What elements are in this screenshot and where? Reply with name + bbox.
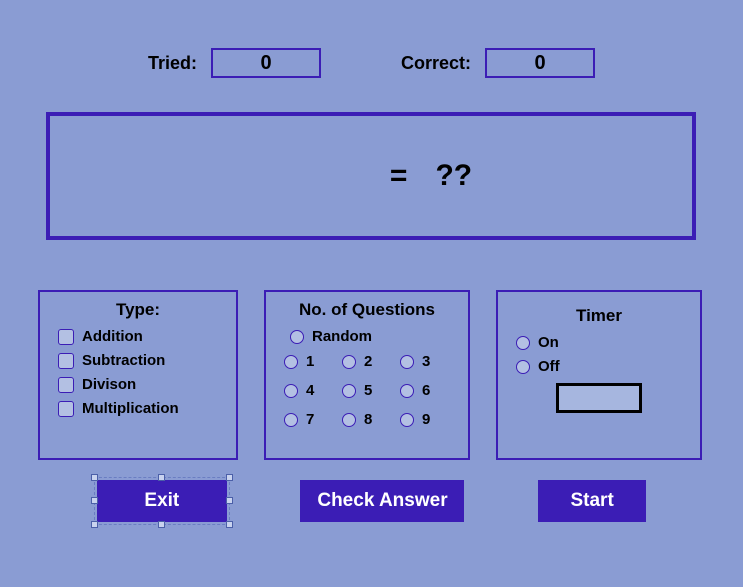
checkbox-label: Divison <box>82 376 136 393</box>
radio-label: 2 <box>364 353 372 370</box>
correct-value-box: 0 <box>485 48 595 78</box>
radio-icon <box>516 360 530 374</box>
checkbox-icon <box>58 401 74 417</box>
radio-1[interactable]: 1 <box>284 353 342 370</box>
checkbox-multiplication[interactable]: Multiplication <box>58 400 224 417</box>
radio-4[interactable]: 4 <box>284 382 342 399</box>
radio-9[interactable]: 9 <box>400 411 458 428</box>
radio-label: 1 <box>306 353 314 370</box>
type-panel: Type: Addition Subtraction Divison Multi… <box>38 290 238 460</box>
radio-label: Off <box>538 358 560 375</box>
radio-icon <box>516 336 530 350</box>
checkbox-label: Multiplication <box>82 400 179 417</box>
radio-label: 8 <box>364 411 372 428</box>
checkbox-icon <box>58 353 74 369</box>
score-row: Tried: 0 Correct: 0 <box>0 48 743 78</box>
radio-icon <box>400 384 414 398</box>
num-questions-panel: No. of Questions Random 1 2 3 4 5 6 7 8 … <box>264 290 470 460</box>
radio-7[interactable]: 7 <box>284 411 342 428</box>
radio-label: 7 <box>306 411 314 428</box>
check-answer-button[interactable]: Check Answer <box>300 480 464 522</box>
radio-icon <box>284 413 298 427</box>
radio-6[interactable]: 6 <box>400 382 458 399</box>
radio-8[interactable]: 8 <box>342 411 400 428</box>
radio-2[interactable]: 2 <box>342 353 400 370</box>
radio-label: 6 <box>422 382 430 399</box>
timer-display <box>556 383 642 413</box>
question-display: = ?? <box>46 112 696 240</box>
radio-icon <box>284 384 298 398</box>
radio-label: 4 <box>306 382 314 399</box>
exit-button-selected-wrap: Exit <box>97 480 227 522</box>
radio-icon <box>400 355 414 369</box>
radio-icon <box>342 384 356 398</box>
exit-button[interactable]: Exit <box>97 480 227 522</box>
radio-icon <box>400 413 414 427</box>
radio-icon <box>290 330 304 344</box>
radio-3[interactable]: 3 <box>400 353 458 370</box>
checkbox-label: Addition <box>82 328 143 345</box>
radio-timer-off[interactable]: Off <box>516 358 688 375</box>
radio-label: 3 <box>422 353 430 370</box>
checkbox-addition[interactable]: Addition <box>58 328 224 345</box>
radio-random[interactable]: Random <box>290 328 456 345</box>
radio-5[interactable]: 5 <box>342 382 400 399</box>
timer-panel-title: Timer <box>510 306 688 326</box>
checkbox-subtraction[interactable]: Subtraction <box>58 352 224 369</box>
checkbox-icon <box>58 329 74 345</box>
radio-icon <box>342 413 356 427</box>
radio-label: 5 <box>364 382 372 399</box>
radio-label: 9 <box>422 411 430 428</box>
radio-icon <box>284 355 298 369</box>
tried-value: 0 <box>260 52 271 75</box>
checkbox-division[interactable]: Divison <box>58 376 224 393</box>
answer-placeholder: ?? <box>435 159 472 193</box>
correct-value: 0 <box>534 52 545 75</box>
equals-sign: = <box>390 159 408 193</box>
radio-icon <box>342 355 356 369</box>
buttons-row: Exit Check Answer Start <box>0 480 743 522</box>
checkbox-label: Subtraction <box>82 352 165 369</box>
radio-label: Random <box>312 328 372 345</box>
radio-label: On <box>538 334 559 351</box>
correct-label: Correct: <box>401 53 471 74</box>
radio-timer-on[interactable]: On <box>516 334 688 351</box>
tried-value-box: 0 <box>211 48 321 78</box>
noq-panel-title: No. of Questions <box>278 300 456 320</box>
tried-label: Tried: <box>148 53 197 74</box>
timer-panel: Timer On Off <box>496 290 702 460</box>
checkbox-icon <box>58 377 74 393</box>
type-panel-title: Type: <box>52 300 224 320</box>
start-button[interactable]: Start <box>538 480 646 522</box>
